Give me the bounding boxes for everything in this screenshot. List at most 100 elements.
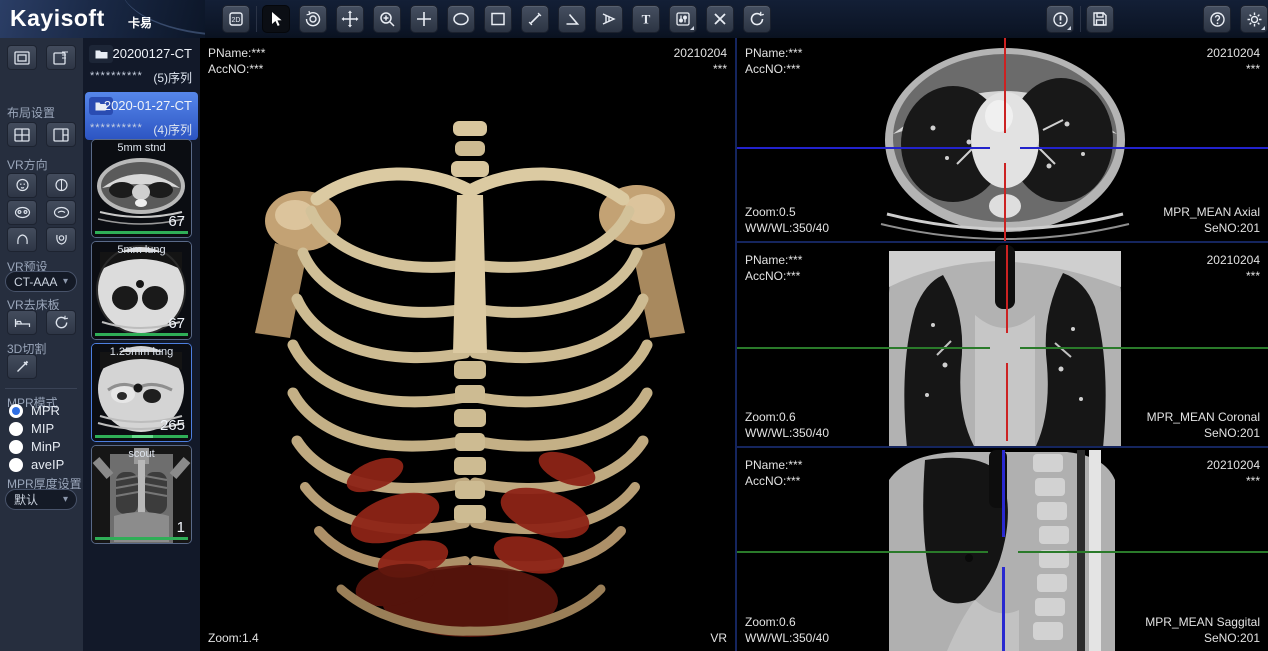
zoom-level: Zoom:1.4 xyxy=(208,631,259,645)
crosshair-h-green[interactable] xyxy=(737,347,990,349)
study-title: 20200127-CT xyxy=(113,46,193,61)
zoom-level: Zoom:0.6 xyxy=(745,615,796,629)
layout-settings-label: 布局设置 xyxy=(7,104,55,121)
layout-custom-icon[interactable] xyxy=(46,45,76,70)
crosshair-h-green[interactable] xyxy=(1018,551,1268,553)
vr-dir-superior-icon[interactable] xyxy=(7,227,37,252)
toolbar-separator xyxy=(1080,6,1081,32)
cobb-angle-icon[interactable] xyxy=(595,5,623,33)
thumbnail-label: scout xyxy=(92,448,191,460)
masked-value: *** xyxy=(713,62,727,76)
bed-removal-icon[interactable] xyxy=(7,310,37,335)
accession-number: AccNO:*** xyxy=(745,269,800,283)
thumbnail-label: 5mm lung xyxy=(92,244,191,256)
report-icon[interactable] xyxy=(1046,5,1074,33)
mpr-sagittal-viewport[interactable]: PName:*** AccNO:*** 20210204 *** Zoom:0.… xyxy=(737,450,1268,651)
accession-number: AccNO:*** xyxy=(745,474,800,488)
3d-rotate-icon[interactable] xyxy=(299,5,327,33)
radio-label: MIP xyxy=(31,421,54,436)
scalpel-icon[interactable] xyxy=(7,354,37,379)
radio-dot xyxy=(9,440,23,454)
window-level-icon[interactable] xyxy=(669,5,697,33)
thumbnail-label: 5mm stnd xyxy=(92,142,191,154)
mpr-column: PName:*** AccNO:*** 20210204 *** Zoom:0.… xyxy=(735,38,1268,651)
study-date: 20210204 xyxy=(1207,253,1260,267)
series-thumbnail-scout[interactable]: scout 1 xyxy=(91,445,192,544)
crosshair-v-red[interactable] xyxy=(1004,163,1006,243)
crosshair-v-red[interactable] xyxy=(1004,38,1006,133)
crosshair-v-red[interactable] xyxy=(1006,363,1008,441)
radio-dot xyxy=(9,458,23,472)
pan-icon[interactable] xyxy=(336,5,364,33)
zoom-in-icon[interactable] xyxy=(373,5,401,33)
radio-minp[interactable]: MinP xyxy=(9,439,61,454)
vr-dir-right-icon[interactable] xyxy=(46,200,76,225)
angle-icon[interactable] xyxy=(558,5,586,33)
svg-text:T: T xyxy=(642,12,651,27)
thumbnail-image-count: 67 xyxy=(168,213,185,230)
settings-icon[interactable] xyxy=(1240,5,1268,33)
crosshair-v-blue[interactable] xyxy=(1002,567,1005,651)
crosshair-v-red[interactable] xyxy=(1006,245,1008,333)
tool-sidebar: 布局设置 VR方向 VR预设 CT-AAA ▾ VR去 xyxy=(0,38,83,651)
logo: Kayisoft 卡易 xyxy=(0,0,205,38)
patient-name: PName:*** xyxy=(745,458,802,472)
vr-3d-viewport[interactable]: PName:*** AccNO:*** 20210204 *** Zoom:1.… xyxy=(200,38,735,651)
vr-direction-label: VR方向 xyxy=(7,156,48,173)
crosshair-h-green[interactable] xyxy=(1020,347,1268,349)
thumbnail-progress-bar xyxy=(95,537,188,540)
layout-split-icon[interactable] xyxy=(46,122,76,147)
study-date: 20210204 xyxy=(1207,458,1260,472)
thumbnail-label: 1.25mm lung xyxy=(92,346,191,358)
study-item-2-selected[interactable]: 2020-01-27-CT ********** (4)序列 xyxy=(85,92,198,140)
mpr-coronal-viewport[interactable]: PName:*** AccNO:*** 20210204 *** Zoom:0.… xyxy=(737,245,1268,448)
cursor-icon[interactable] xyxy=(262,5,290,33)
series-thumbnail-5mm-lung[interactable]: 5mm lung 67 xyxy=(91,241,192,340)
radio-dot xyxy=(9,404,23,418)
vr-preset-dropdown[interactable]: CT-AAA ▾ xyxy=(5,271,77,292)
logo-text: Kayisoft xyxy=(10,5,105,32)
vr-dir-posterior-icon[interactable] xyxy=(46,173,76,198)
save-icon[interactable] xyxy=(1086,5,1114,33)
view-label: MPR_MEAN Axial xyxy=(1163,205,1260,219)
2d-view-icon[interactable]: 2D xyxy=(222,5,250,33)
vr-dir-left-icon[interactable] xyxy=(7,200,37,225)
text-annotation-icon[interactable]: T xyxy=(632,5,660,33)
crosshair-h-blue[interactable] xyxy=(737,147,990,149)
layout-grid-icon[interactable] xyxy=(7,122,37,147)
render-mode-label: VR xyxy=(710,631,727,645)
zoom-level: Zoom:0.5 xyxy=(745,205,796,219)
reset-icon[interactable] xyxy=(743,5,771,33)
ellipse-roi-icon[interactable] xyxy=(447,5,475,33)
radio-aveip[interactable]: aveIP xyxy=(9,457,64,472)
mpr-thickness-dropdown[interactable]: 默认 ▾ xyxy=(5,489,77,510)
study-item-1[interactable]: 20200127-CT ********** (5)序列 xyxy=(85,40,198,88)
crosshair-h-blue[interactable] xyxy=(1020,147,1268,149)
radio-mpr[interactable]: MPR xyxy=(9,403,60,418)
ct-viewer-app: Kayisoft 卡易 2D xyxy=(0,0,1268,651)
thumbnail-progress-bar xyxy=(95,435,188,438)
masked-value: *** xyxy=(1246,269,1260,283)
series-thumbnail-5mm-stnd[interactable]: 5mm stnd 67 xyxy=(91,139,192,238)
series-thumbnail-125mm-lung[interactable]: 1.25mm lung 265 xyxy=(91,343,192,442)
crosshair-icon[interactable] xyxy=(410,5,438,33)
view-label: MPR_MEAN Coronal xyxy=(1147,410,1260,424)
window-level-value: WW/WL:350/40 xyxy=(745,221,829,235)
bed-reset-icon[interactable] xyxy=(46,310,76,335)
crosshair-v-blue[interactable] xyxy=(1002,450,1005,537)
thumbnail-progress-bar xyxy=(95,333,188,336)
patient-name: PName:*** xyxy=(745,253,802,267)
mpr-axial-viewport[interactable]: PName:*** AccNO:*** 20210204 *** Zoom:0.… xyxy=(737,38,1268,243)
delete-icon[interactable] xyxy=(706,5,734,33)
measure-line-icon[interactable] xyxy=(521,5,549,33)
study-date: 20210204 xyxy=(674,46,727,60)
crosshair-h-green[interactable] xyxy=(737,551,988,553)
study-masked-id: ********** xyxy=(90,122,143,134)
layout-single-icon[interactable] xyxy=(7,45,37,70)
rectangle-roi-icon[interactable] xyxy=(484,5,512,33)
help-icon[interactable] xyxy=(1203,5,1231,33)
vr-dir-inferior-icon[interactable] xyxy=(46,227,76,252)
vr-dir-anterior-icon[interactable] xyxy=(7,173,37,198)
radio-mip[interactable]: MIP xyxy=(9,421,54,436)
thumbnail-image-count: 67 xyxy=(168,315,185,332)
